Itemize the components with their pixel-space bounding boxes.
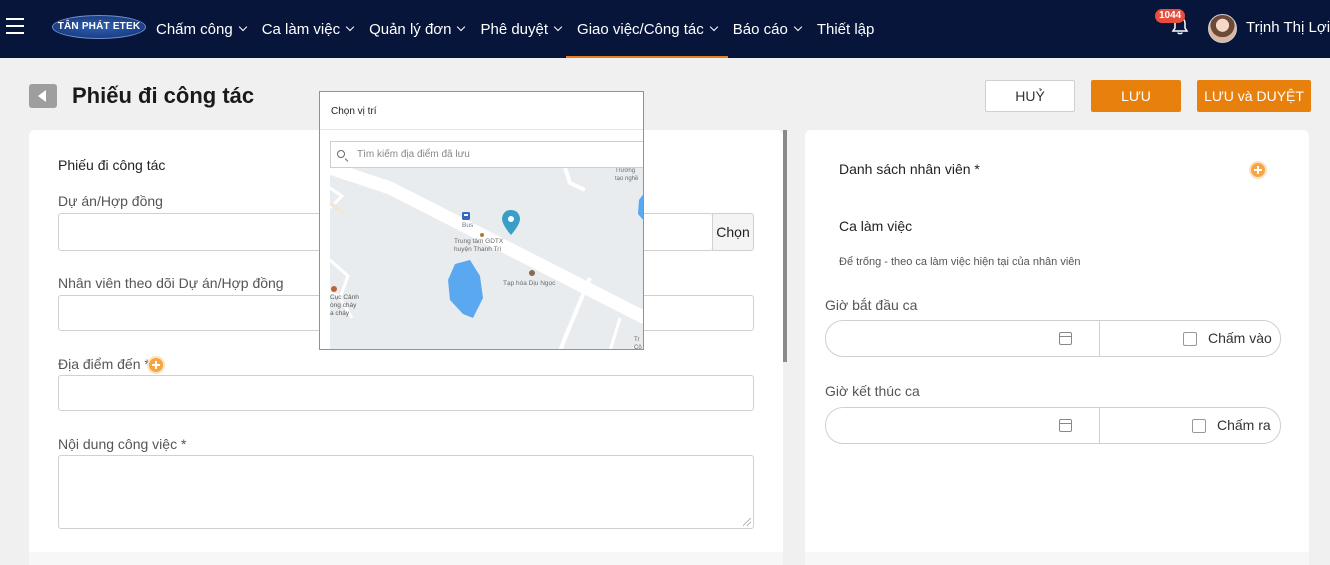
end-time-label: Giờ kết thúc ca: [825, 383, 920, 399]
shop-icon: [529, 270, 535, 276]
map-label-left2: òng cháy: [330, 302, 357, 309]
nav-item-bao-cao[interactable]: Báo cáo: [729, 0, 805, 58]
nav-item-label: Báo cáo: [732, 20, 788, 38]
add-employee-icon[interactable]: [1249, 161, 1267, 179]
popup-title: Chọn vị trí: [331, 106, 377, 117]
start-time-label: Giờ bắt đầu ca: [825, 297, 918, 313]
school-icon: [480, 233, 484, 237]
check-out-checkbox[interactable]: [1192, 419, 1206, 433]
cancel-button[interactable]: HUỶ: [985, 80, 1075, 112]
location-search-input[interactable]: Tìm kiếm địa điểm đã lưu: [330, 141, 643, 168]
nav-item-label: Giao việc/Công tác: [577, 20, 704, 38]
bus-stop-icon: [462, 212, 470, 220]
nav-item-label: Ca làm việc: [261, 20, 341, 38]
save-button[interactable]: LƯU: [1091, 80, 1181, 112]
nav-item-label: Phê duyệt: [480, 20, 549, 38]
search-placeholder: Tìm kiếm địa điểm đã lưu: [357, 149, 470, 160]
map-label-center: Trung tâm GDTX: [454, 238, 504, 245]
map-label-left1: Cục Cảnh: [330, 294, 359, 301]
fire-station-icon: [331, 286, 337, 292]
avatar[interactable]: [1208, 14, 1237, 43]
check-out-label: Chấm ra: [1217, 417, 1271, 433]
destination-input[interactable]: [58, 375, 754, 411]
nav-item-phe-duyet[interactable]: Phê duyệt: [476, 0, 565, 58]
company-logo[interactable]: TÂN PHÁT ETEK: [52, 15, 146, 39]
shift-title: Ca làm việc: [839, 218, 913, 234]
page-title: Phiếu đi công tác: [72, 83, 255, 108]
main-nav: Chấm công Ca làm việc Quản lý đơn Phê du…: [152, 0, 886, 58]
chevron-down-icon: [793, 22, 803, 32]
nav-item-cham-cong[interactable]: Chấm công: [152, 0, 250, 58]
employee-list-title: Danh sách nhân viên *: [839, 161, 980, 177]
chevron-down-icon: [553, 22, 563, 32]
map-label-center2: huyện Thanh Trì: [454, 246, 501, 253]
chevron-down-icon: [457, 22, 466, 32]
chevron-down-icon: [709, 22, 719, 32]
calendar-icon[interactable]: [1059, 419, 1072, 432]
start-time-field[interactable]: Chấm vào: [825, 320, 1281, 357]
nav-item-giao-viec[interactable]: Giao việc/Công tác: [566, 0, 728, 58]
nav-item-thiet-lap[interactable]: Thiết lập: [813, 0, 879, 58]
field-divider: [1099, 408, 1100, 443]
resize-handle-icon[interactable]: [743, 518, 751, 526]
nav-item-label: Quản lý đơn: [369, 20, 452, 38]
project-label: Dự án/Hợp đồng: [58, 193, 163, 209]
map-label-top-right2: tạo nghề: [615, 176, 639, 182]
map-label-top-right1: Trường: [615, 168, 635, 174]
nav-item-label: Thiết lập: [816, 20, 875, 38]
end-time-field[interactable]: Chấm ra: [825, 407, 1281, 444]
top-navbar: TÂN PHÁT ETEK Chấm công Ca làm việc Quản…: [0, 0, 1330, 58]
user-name[interactable]: Trịnh Thị Lợi: [1246, 19, 1330, 36]
shift-hint: Để trống - theo ca làm việc hiện tại của…: [839, 256, 1081, 268]
map-label-bottom-right1: Tr: [634, 337, 639, 343]
content-textarea[interactable]: [58, 455, 754, 529]
nav-item-ca-lam-viec[interactable]: Ca làm việc: [258, 0, 357, 58]
field-divider: [1099, 321, 1100, 356]
location-picker-popup: Chọn vị trí Tìm kiếm địa điểm đã lưu Bus…: [319, 91, 644, 350]
chevron-down-icon: [238, 22, 247, 32]
notification-badge[interactable]: 1044: [1155, 9, 1186, 23]
check-in-checkbox[interactable]: [1183, 332, 1197, 346]
popup-divider: [320, 129, 643, 130]
map-view[interactable]: Bus Trung tâm GDTX huyện Thanh Trì Tạp h…: [330, 168, 643, 350]
choose-project-button[interactable]: Chọn: [712, 213, 754, 251]
search-icon: [337, 150, 345, 158]
nav-item-label: Chấm công: [156, 20, 233, 38]
map-label-left3: a cháy: [330, 310, 350, 317]
card-footer: [29, 552, 783, 565]
nav-item-quan-ly-don[interactable]: Quản lý đơn: [365, 0, 468, 58]
form-section-title: Phiếu đi công tác: [58, 157, 166, 173]
scrollbar[interactable]: [783, 130, 787, 362]
follower-label: Nhân viên theo dõi Dự án/Hợp đồng: [58, 275, 284, 291]
menu-icon[interactable]: [6, 18, 24, 34]
map-label-shop: Tạp hóa Dịu Ngọc: [503, 280, 556, 287]
calendar-icon[interactable]: [1059, 332, 1072, 345]
content-label: Nội dung công việc *: [58, 436, 187, 452]
map-label-bus: Bus: [462, 222, 474, 229]
add-destination-icon[interactable]: [147, 356, 165, 374]
check-in-label: Chấm vào: [1208, 330, 1272, 346]
card-footer: [805, 552, 1309, 565]
back-button[interactable]: [29, 84, 57, 108]
chevron-down-icon: [345, 22, 355, 32]
save-and-approve-button[interactable]: LƯU và DUYỆT: [1197, 80, 1311, 112]
destination-label: Địa điểm đến *: [58, 356, 150, 372]
map-label-bottom-right2: Cô: [634, 345, 642, 350]
